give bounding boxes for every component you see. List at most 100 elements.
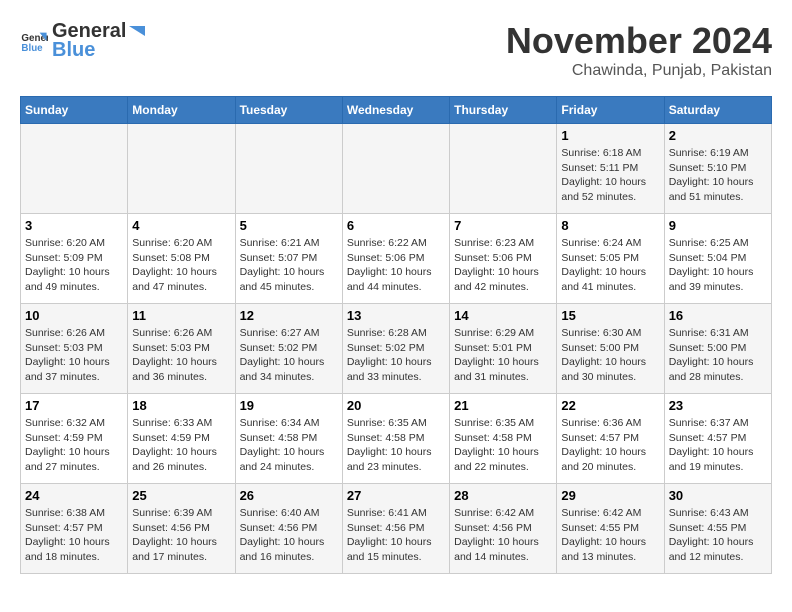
day-number: 17 [25, 398, 123, 413]
day-info: Sunrise: 6:25 AMSunset: 5:04 PMDaylight:… [669, 236, 767, 295]
table-row: 17 Sunrise: 6:32 AMSunset: 4:59 PMDayligh… [21, 394, 128, 484]
day-info: Sunrise: 6:33 AMSunset: 4:59 PMDaylight:… [132, 416, 230, 475]
day-number: 21 [454, 398, 552, 413]
table-row [128, 124, 235, 214]
day-info: Sunrise: 6:31 AMSunset: 5:00 PMDaylight:… [669, 326, 767, 385]
day-info: Sunrise: 6:26 AMSunset: 5:03 PMDaylight:… [25, 326, 123, 385]
table-row: 5Sunrise: 6:21 AMSunset: 5:07 PMDaylight… [235, 214, 342, 304]
day-number: 26 [240, 488, 338, 503]
header-tuesday: Tuesday [235, 97, 342, 124]
day-info: Sunrise: 6:26 AMSunset: 5:03 PMDaylight:… [132, 326, 230, 385]
day-number: 19 [240, 398, 338, 413]
day-info: Sunrise: 6:18 AMSunset: 5:11 PMDaylight:… [561, 146, 659, 205]
table-row: 24 Sunrise: 6:38 AMSunset: 4:57 PMDayligh… [21, 484, 128, 574]
day-info: Sunrise: 6:38 AMSunset: 4:57 PMDaylight:… [25, 506, 123, 565]
day-info: Sunrise: 6:22 AMSunset: 5:06 PMDaylight:… [347, 236, 445, 295]
table-row: 7 Sunrise: 6:23 AMSunset: 5:06 PMDaylight… [450, 214, 557, 304]
table-row: 20 Sunrise: 6:35 AMSunset: 4:58 PMDayligh… [342, 394, 449, 484]
table-row: 18 Sunrise: 6:33 AMSunset: 4:59 PMDayligh… [128, 394, 235, 484]
table-row: 1 Sunrise: 6:18 AMSunset: 5:11 PMDaylight… [557, 124, 664, 214]
location-title: Chawinda, Punjab, Pakistan [506, 62, 772, 80]
day-info: Sunrise: 6:41 AMSunset: 4:56 PMDaylight:… [347, 506, 445, 565]
day-number: 13 [347, 308, 445, 323]
table-row: 22Sunrise: 6:36 AMSunset: 4:57 PMDayligh… [557, 394, 664, 484]
table-row [21, 124, 128, 214]
table-row: 12 Sunrise: 6:27 AMSunset: 5:02 PMDayligh… [235, 304, 342, 394]
logo-chevron-icon [127, 22, 147, 42]
day-number: 16 [669, 308, 767, 323]
calendar-week-5: 24 Sunrise: 6:38 AMSunset: 4:57 PMDayligh… [21, 484, 772, 574]
day-info: Sunrise: 6:34 AMSunset: 4:58 PMDaylight:… [240, 416, 338, 475]
table-row: 23Sunrise: 6:37 AMSunset: 4:57 PMDayligh… [664, 394, 771, 484]
day-number: 28 [454, 488, 552, 503]
table-row: 9 Sunrise: 6:25 AMSunset: 5:04 PMDaylight… [664, 214, 771, 304]
day-number: 9 [669, 218, 767, 233]
header-wednesday: Wednesday [342, 97, 449, 124]
day-number: 30 [669, 488, 767, 503]
calendar-week-2: 3 Sunrise: 6:20 AMSunset: 5:09 PMDaylight… [21, 214, 772, 304]
day-number: 10 [25, 308, 123, 323]
table-row: 15 Sunrise: 6:30 AMSunset: 5:00 PMDayligh… [557, 304, 664, 394]
day-info: Sunrise: 6:27 AMSunset: 5:02 PMDaylight:… [240, 326, 338, 385]
day-number: 11 [132, 308, 230, 323]
day-info: Sunrise: 6:40 AMSunset: 4:56 PMDaylight:… [240, 506, 338, 565]
day-info: Sunrise: 6:24 AMSunset: 5:05 PMDaylight:… [561, 236, 659, 295]
table-row: 2 Sunrise: 6:19 AMSunset: 5:10 PMDaylight… [664, 124, 771, 214]
day-info: Sunrise: 6:23 AMSunset: 5:06 PMDaylight:… [454, 236, 552, 295]
day-info: Sunrise: 6:35 AMSunset: 4:58 PMDaylight:… [347, 416, 445, 475]
header-saturday: Saturday [664, 97, 771, 124]
day-info: Sunrise: 6:42 AMSunset: 4:56 PMDaylight:… [454, 506, 552, 565]
table-row: 26 Sunrise: 6:40 AMSunset: 4:56 PMDayligh… [235, 484, 342, 574]
calendar-table: Sunday Monday Tuesday Wednesday Thursday… [20, 96, 772, 574]
day-number: 1 [561, 128, 659, 143]
day-number: 2 [669, 128, 767, 143]
day-number: 18 [132, 398, 230, 413]
table-row: 11 Sunrise: 6:26 AMSunset: 5:03 PMDayligh… [128, 304, 235, 394]
logo-icon: General Blue [20, 27, 48, 55]
day-number: 3 [25, 218, 123, 233]
day-info: Sunrise: 6:43 AMSunset: 4:55 PMDaylight:… [669, 506, 767, 565]
day-info: Sunrise: 6:32 AMSunset: 4:59 PMDaylight:… [25, 416, 123, 475]
day-number: 6 [347, 218, 445, 233]
header-friday: Friday [557, 97, 664, 124]
header-sunday: Sunday [21, 97, 128, 124]
day-info: Sunrise: 6:30 AMSunset: 5:00 PMDaylight:… [561, 326, 659, 385]
day-number: 5 [240, 218, 338, 233]
day-number: 20 [347, 398, 445, 413]
day-number: 29 [561, 488, 659, 503]
table-row [450, 124, 557, 214]
table-row: 28 Sunrise: 6:42 AMSunset: 4:56 PMDayligh… [450, 484, 557, 574]
day-info: Sunrise: 6:36 AMSunset: 4:57 PMDaylight:… [561, 416, 659, 475]
table-row: 14 Sunrise: 6:29 AMSunset: 5:01 PMDayligh… [450, 304, 557, 394]
calendar-week-4: 17 Sunrise: 6:32 AMSunset: 4:59 PMDayligh… [21, 394, 772, 484]
day-info: Sunrise: 6:19 AMSunset: 5:10 PMDaylight:… [669, 146, 767, 205]
table-row: 25Sunrise: 6:39 AMSunset: 4:56 PMDayligh… [128, 484, 235, 574]
title-section: November 2024 Chawinda, Punjab, Pakistan [506, 20, 772, 80]
page-header: General Blue General Blue November 2024 … [20, 20, 772, 80]
day-info: Sunrise: 6:37 AMSunset: 4:57 PMDaylight:… [669, 416, 767, 475]
table-row: 30 Sunrise: 6:43 AMSunset: 4:55 PMDayligh… [664, 484, 771, 574]
day-number: 14 [454, 308, 552, 323]
calendar-header-row: Sunday Monday Tuesday Wednesday Thursday… [21, 97, 772, 124]
calendar-week-3: 10 Sunrise: 6:26 AMSunset: 5:03 PMDayligh… [21, 304, 772, 394]
logo: General Blue General Blue [20, 20, 148, 62]
day-number: 24 [25, 488, 123, 503]
day-info: Sunrise: 6:20 AMSunset: 5:09 PMDaylight:… [25, 236, 123, 295]
table-row: 13Sunrise: 6:28 AMSunset: 5:02 PMDayligh… [342, 304, 449, 394]
table-row: 29 Sunrise: 6:42 AMSunset: 4:55 PMDayligh… [557, 484, 664, 574]
table-row: 19 Sunrise: 6:34 AMSunset: 4:58 PMDayligh… [235, 394, 342, 484]
header-monday: Monday [128, 97, 235, 124]
header-thursday: Thursday [450, 97, 557, 124]
table-row: 27 Sunrise: 6:41 AMSunset: 4:56 PMDayligh… [342, 484, 449, 574]
calendar-week-1: 1 Sunrise: 6:18 AMSunset: 5:11 PMDaylight… [21, 124, 772, 214]
day-number: 4 [132, 218, 230, 233]
table-row: 4Sunrise: 6:20 AMSunset: 5:08 PMDaylight… [128, 214, 235, 304]
day-info: Sunrise: 6:42 AMSunset: 4:55 PMDaylight:… [561, 506, 659, 565]
day-number: 25 [132, 488, 230, 503]
day-info: Sunrise: 6:29 AMSunset: 5:01 PMDaylight:… [454, 326, 552, 385]
day-number: 15 [561, 308, 659, 323]
day-number: 7 [454, 218, 552, 233]
day-number: 27 [347, 488, 445, 503]
day-number: 12 [240, 308, 338, 323]
month-title: November 2024 [506, 20, 772, 62]
